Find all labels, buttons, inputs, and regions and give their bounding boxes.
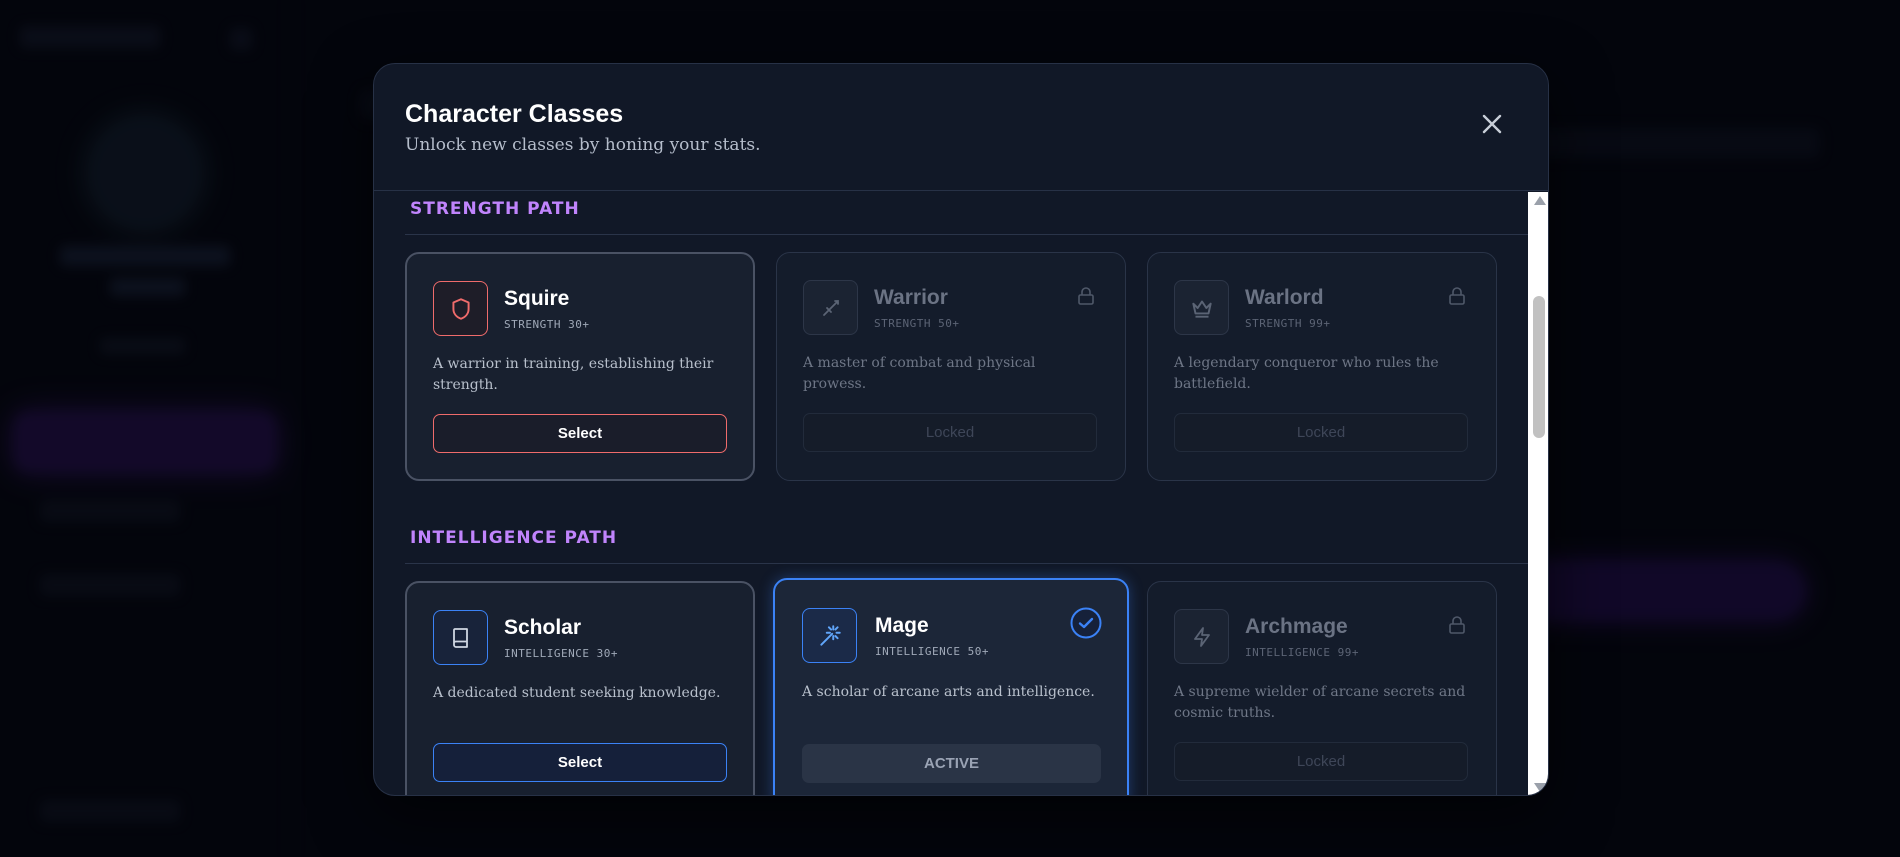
class-card-mage[interactable]: Mage INTELLIGENCE 50+ A scholar of arcan… [773,578,1129,795]
class-icon-frame [1174,609,1229,664]
modal-header: Character Classes Unlock new classes by … [374,64,1548,191]
locked-button-warlord: Locked [1174,413,1468,452]
character-classes-modal: Character Classes Unlock new classes by … [373,63,1549,796]
check-circle-icon [1070,607,1102,639]
section-title-strength: STRENGTH PATH [410,199,580,219]
class-name: Scholar [504,616,582,639]
class-description: A dedicated student seeking knowledge. [433,685,721,701]
modal-subtitle: Unlock new classes by honing your stats. [405,135,761,155]
class-icon-frame [433,281,488,336]
lock-icon [1078,287,1094,305]
class-description: A scholar of arcane arts and intelligenc… [802,684,1095,700]
section-divider [405,234,1528,235]
book-icon [452,627,468,648]
class-description: A master of combat and physical prowess. [803,355,1036,392]
scrollbar-thumb[interactable] [1533,296,1545,438]
select-button-squire[interactable]: Select [433,414,727,453]
modal-body: STRENGTH PATH Squire STRENGTH 30+ A warr… [374,191,1528,795]
class-requirement: INTELLIGENCE 30+ [504,647,618,660]
lightning-icon [1193,626,1210,647]
class-name: Warrior [874,286,948,309]
sword-icon [822,299,839,316]
class-requirement: INTELLIGENCE 99+ [1245,646,1359,659]
class-card-squire[interactable]: Squire STRENGTH 30+ A warrior in trainin… [405,252,755,481]
class-description: A legendary conqueror who rules the batt… [1174,355,1439,392]
shield-icon [451,297,470,320]
class-card-archmage: Archmage INTELLIGENCE 99+ A supreme wiel… [1147,581,1497,795]
class-card-scholar[interactable]: Scholar INTELLIGENCE 30+ A dedicated stu… [405,581,755,795]
scroll-down-arrow-icon[interactable] [1534,783,1546,792]
locked-button-warrior: Locked [803,413,1097,452]
class-description: A warrior in training, establishing thei… [433,356,714,393]
magic-wand-icon [819,624,841,646]
close-icon [1482,114,1502,134]
class-card-warrior: Warrior STRENGTH 50+ A master of combat … [776,252,1126,481]
active-status-button: ACTIVE [802,744,1101,783]
class-requirement: STRENGTH 99+ [1245,317,1331,330]
class-icon-frame [803,280,858,335]
class-icon-frame [1174,280,1229,335]
section-divider [405,563,1528,564]
section-title-intelligence: INTELLIGENCE PATH [410,528,618,548]
lock-icon [1449,287,1465,305]
class-name: Squire [504,287,570,310]
class-name: Mage [875,614,929,637]
class-requirement: INTELLIGENCE 50+ [875,645,989,658]
class-requirement: STRENGTH 50+ [874,317,960,330]
locked-button-archmage: Locked [1174,742,1468,781]
select-button-scholar[interactable]: Select [433,743,727,782]
lock-icon [1449,616,1465,634]
class-icon-frame [802,608,857,663]
modal-scrollbar[interactable] [1528,192,1548,795]
class-icon-frame [433,610,488,665]
scroll-up-arrow-icon[interactable] [1534,196,1546,205]
class-requirement: STRENGTH 30+ [504,318,590,331]
crown-icon [1191,300,1212,318]
class-name: Warlord [1245,286,1324,309]
class-name: Archmage [1245,615,1348,638]
class-card-warlord: Warlord STRENGTH 99+ A legendary conquer… [1147,252,1497,481]
close-button[interactable] [1477,109,1507,139]
modal-title: Character Classes [405,100,624,128]
class-description: A supreme wielder of arcane secrets and … [1174,684,1466,721]
